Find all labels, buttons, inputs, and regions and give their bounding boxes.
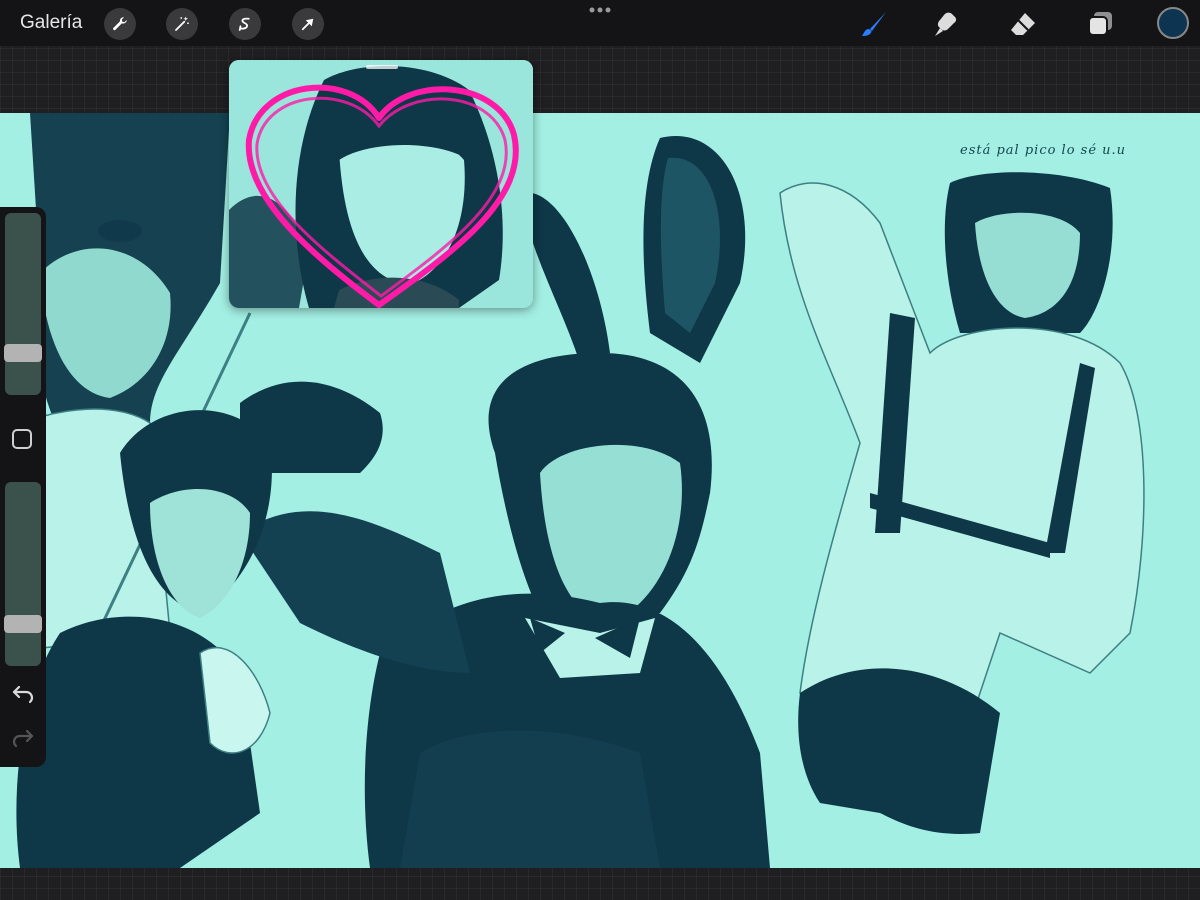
gallery-button[interactable]: Galería xyxy=(20,12,82,34)
eraser-icon xyxy=(1011,13,1035,35)
drawing-canvas[interactable]: está pal pico lo sé u.u xyxy=(0,113,1200,868)
artwork-illustration xyxy=(0,113,1145,868)
brush-tool-button[interactable] xyxy=(857,7,891,41)
adjustments-button[interactable] xyxy=(166,8,198,40)
left-sidebar xyxy=(0,207,46,767)
selection-button[interactable] xyxy=(229,8,261,40)
layers-button[interactable] xyxy=(1083,7,1117,41)
top-toolbar: Galería xyxy=(0,0,1200,46)
smudge-icon xyxy=(935,12,957,36)
wrench-icon xyxy=(113,17,127,31)
smudge-tool-button[interactable] xyxy=(929,7,963,41)
magic-wand-icon xyxy=(175,16,189,31)
transform-arrow-icon xyxy=(301,18,314,31)
more-options-icon[interactable] xyxy=(587,2,613,18)
undo-icon[interactable] xyxy=(11,684,35,704)
modify-button[interactable] xyxy=(12,429,32,449)
brush-size-slider[interactable] xyxy=(4,213,42,395)
layers-icon xyxy=(1088,12,1112,36)
panel-drag-handle[interactable] xyxy=(366,65,398,69)
canvas-handwritten-note: está pal pico lo sé u.u xyxy=(960,143,1127,158)
opacity-slider-thumb[interactable] xyxy=(4,615,42,633)
reference-image xyxy=(229,60,533,308)
selection-icon xyxy=(238,17,250,31)
reference-image-panel[interactable] xyxy=(229,60,533,308)
color-picker-button[interactable] xyxy=(1157,7,1189,39)
transform-button[interactable] xyxy=(292,8,324,40)
redo-icon[interactable] xyxy=(11,728,35,748)
opacity-slider[interactable] xyxy=(4,482,42,666)
actions-button[interactable] xyxy=(104,8,136,40)
brush-icon xyxy=(862,12,886,36)
brush-size-slider-thumb[interactable] xyxy=(4,344,42,362)
eraser-tool-button[interactable] xyxy=(1006,7,1040,41)
